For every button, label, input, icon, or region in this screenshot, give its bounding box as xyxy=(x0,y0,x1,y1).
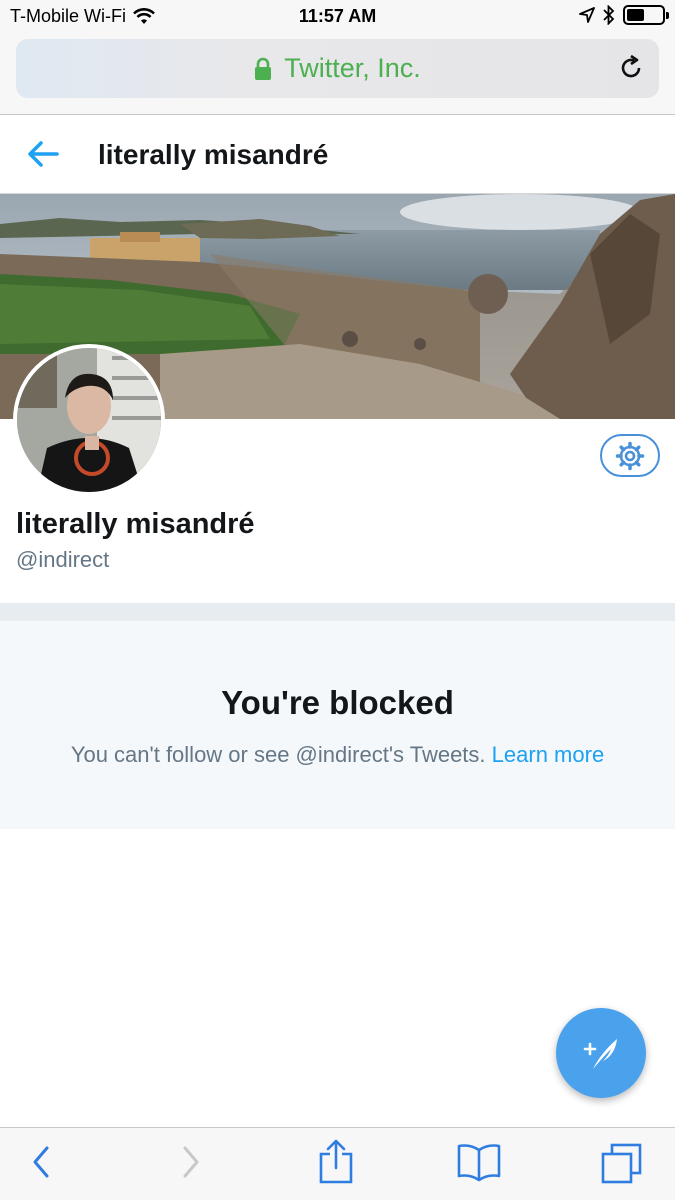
learn-more-link[interactable]: Learn more xyxy=(492,742,605,767)
back-arrow-icon[interactable] xyxy=(26,139,60,169)
settings-button[interactable] xyxy=(600,434,660,477)
tabs-icon[interactable] xyxy=(600,1142,644,1184)
blocked-notice: You're blocked You can't follow or see @… xyxy=(0,621,675,829)
section-divider xyxy=(0,603,675,621)
status-bar: T-Mobile Wi-Fi 11:57 AM xyxy=(0,0,675,34)
browser-back-icon[interactable] xyxy=(30,1144,52,1180)
reload-icon[interactable] xyxy=(617,54,645,82)
compose-tweet-button[interactable] xyxy=(556,1008,646,1098)
browser-address-area: Twitter, Inc. xyxy=(0,34,675,115)
status-icons xyxy=(579,5,669,25)
blocked-message: You can't follow or see @indirect's Twee… xyxy=(70,742,486,767)
share-icon[interactable] xyxy=(318,1138,354,1184)
feather-plus-icon xyxy=(583,1039,617,1069)
browser-toolbar xyxy=(0,1127,675,1200)
location-arrow-icon xyxy=(579,7,595,23)
blocked-title: You're blocked xyxy=(221,684,454,721)
profile-name: literally misandré xyxy=(16,508,255,540)
blocked-message-line: You can't follow or see @indirect's Twee… xyxy=(0,742,675,768)
address-bar[interactable]: Twitter, Inc. xyxy=(16,39,659,98)
bluetooth-icon xyxy=(603,5,615,25)
site-name: Twitter, Inc. xyxy=(284,53,421,83)
profile-handle: @indirect xyxy=(16,547,110,572)
profile-header-bar: literally misandré xyxy=(0,115,675,194)
profile-avatar[interactable] xyxy=(13,344,165,496)
clock: 11:57 AM xyxy=(298,6,377,26)
gear-icon xyxy=(615,441,645,470)
browser-forward-icon[interactable] xyxy=(180,1144,202,1180)
url-display[interactable]: Twitter, Inc. xyxy=(16,53,659,84)
header-title: literally misandré xyxy=(98,139,329,170)
battery-icon xyxy=(623,5,669,25)
lock-icon xyxy=(255,57,272,80)
bookmarks-icon[interactable] xyxy=(456,1142,502,1182)
